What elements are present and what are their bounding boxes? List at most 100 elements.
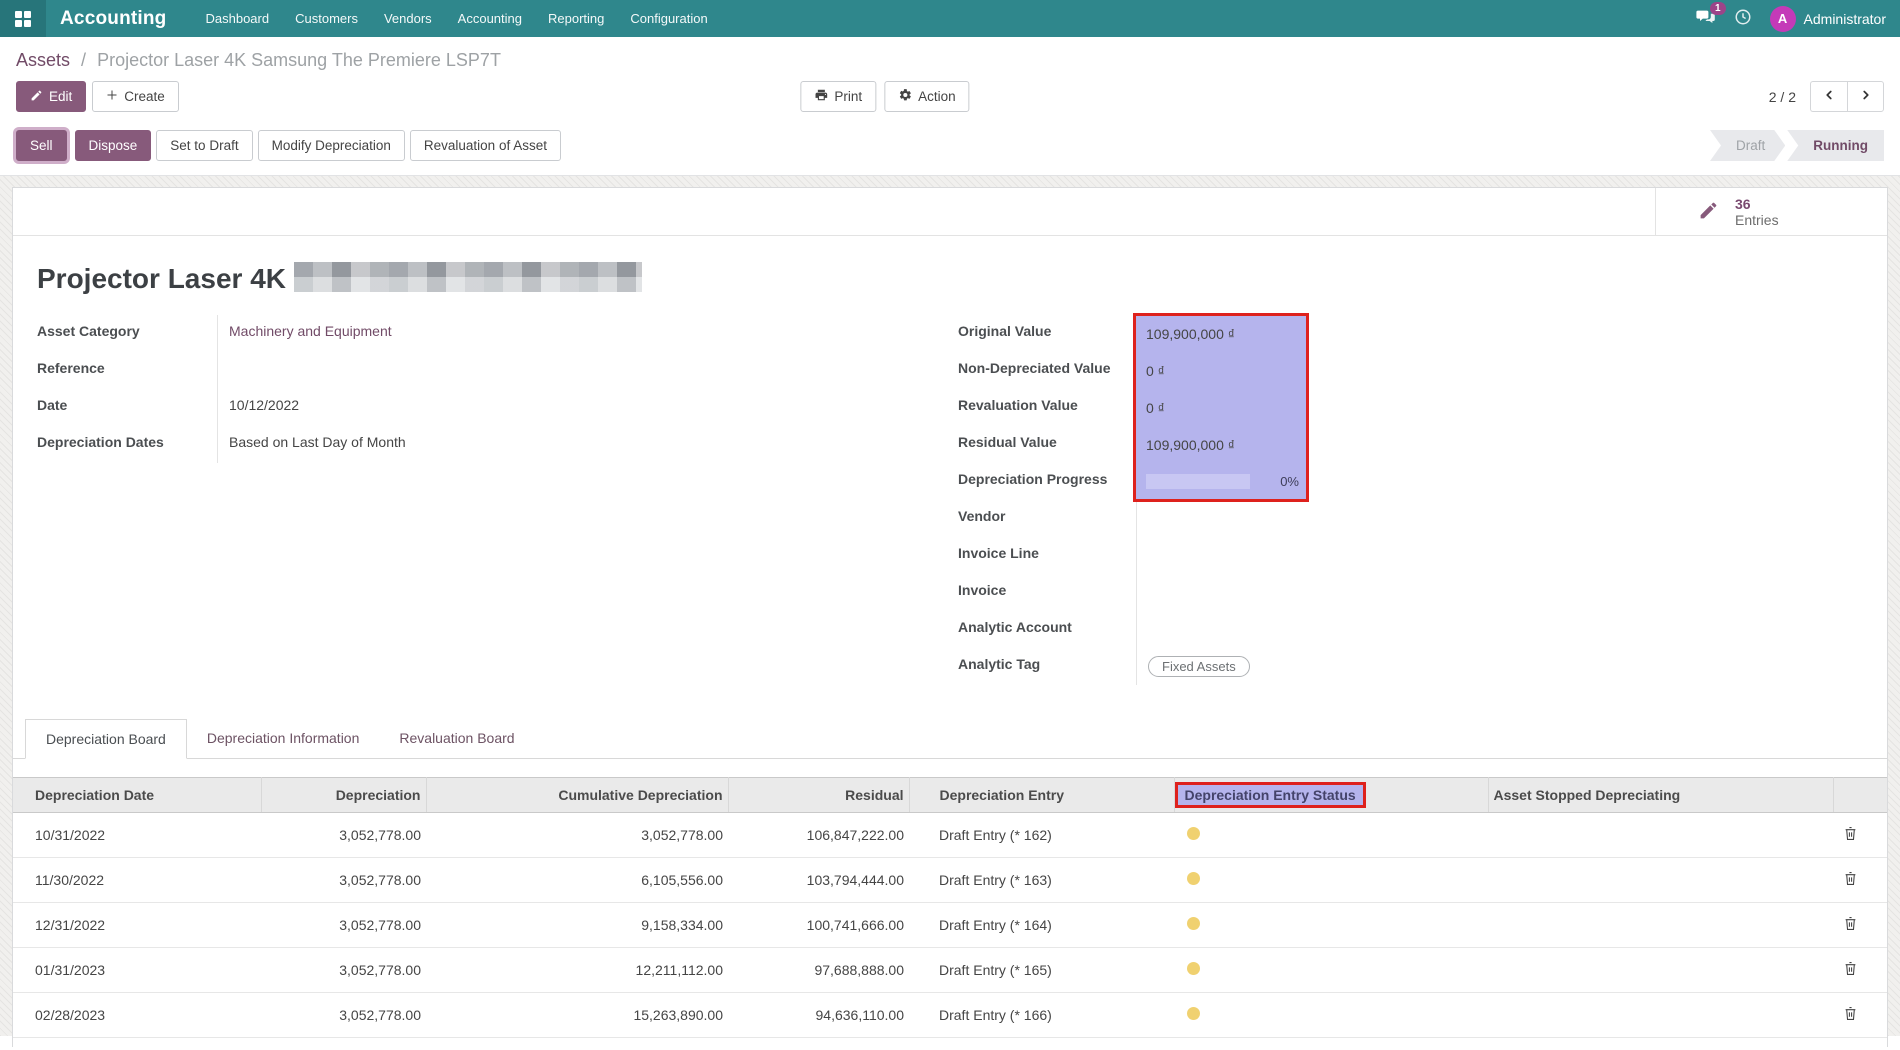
menu-reporting[interactable]: Reporting [535,0,617,37]
trash-icon [1844,919,1857,934]
invoice-line-value [1136,537,1863,574]
invoice-value [1136,574,1863,611]
vendor-value [1136,500,1863,537]
chevron-right-icon [1859,88,1873,105]
user-menu[interactable]: A Administrator [1770,6,1886,32]
table-header-row: Depreciation Date Depreciation Cumulativ… [13,778,1887,813]
status-step-draft[interactable]: Draft [1710,130,1785,161]
entry-status-dot [1187,962,1200,975]
tab-revaluation-board[interactable]: Revaluation Board [379,719,534,758]
notebook-tabs: Depreciation Board Depreciation Informat… [13,719,1887,759]
col-depreciation[interactable]: Depreciation [261,778,426,813]
menu-vendors[interactable]: Vendors [371,0,445,37]
field-revaluation-value: Revaluation Value 0 ₫ [958,389,1863,426]
table-row[interactable]: 12/31/2022 3,052,778.00 9,158,334.00 100… [13,903,1887,948]
trash-icon [1844,874,1857,889]
field-non-depreciated-value: Non-Depreciated Value 0 ₫ [958,352,1863,389]
messages-button[interactable]: 1 [1696,9,1716,28]
table-row[interactable]: 11/30/2022 3,052,778.00 6,105,556.00 103… [13,858,1887,903]
redacted-title-text [294,262,642,292]
delete-row-button[interactable] [1838,826,1857,844]
entries-count: 36 [1735,196,1779,212]
col-actions [1833,778,1887,813]
user-name: Administrator [1804,11,1886,27]
tab-depreciation-information[interactable]: Depreciation Information [187,719,380,758]
printer-icon [814,88,828,105]
depreciation-progress-bar [1146,474,1250,489]
page-title: Projector Laser 4K [13,236,1887,309]
menu-dashboard[interactable]: Dashboard [193,0,283,37]
pager-count: 2 / 2 [1769,89,1796,105]
menu-customers[interactable]: Customers [282,0,371,37]
entries-stat-button[interactable]: 36 Entries [1655,188,1887,235]
activities-button[interactable] [1734,8,1752,29]
clock-icon [1734,8,1752,29]
field-reference: Reference [37,352,942,389]
trash-icon [1844,829,1857,844]
dispose-button[interactable]: Dispose [75,130,152,161]
sell-button[interactable]: Sell [16,130,67,161]
pencil-icon [30,89,43,105]
residual-value: 109,900,000 ₫ [1146,437,1235,453]
print-button[interactable]: Print [800,81,876,112]
col-depreciation-date[interactable]: Depreciation Date [13,778,261,813]
pager-next-button[interactable] [1847,81,1884,112]
col-depreciation-entry-status[interactable]: Depreciation Entry Status [1174,778,1488,813]
set-to-draft-button[interactable]: Set to Draft [156,130,252,161]
app-title: Accounting [46,0,193,37]
asset-category-value[interactable]: Machinery and Equipment [217,315,942,352]
top-navbar: Accounting Dashboard Customers Vendors A… [0,0,1900,37]
action-button[interactable]: Action [884,81,970,112]
status-column-highlight: Depreciation Entry Status [1175,782,1366,808]
table-row[interactable]: 01/31/2023 3,052,778.00 12,211,112.00 97… [13,948,1887,993]
button-box: 36 Entries [13,188,1887,236]
field-analytic-tag: Analytic Tag Fixed Assets [958,648,1863,685]
menu-accounting[interactable]: Accounting [445,0,535,37]
col-residual[interactable]: Residual [728,778,909,813]
table-row[interactable]: 02/28/2023 3,052,778.00 15,263,890.00 94… [13,993,1887,1038]
col-depreciation-entry[interactable]: Depreciation Entry [909,778,1174,813]
analytic-account-value [1136,611,1863,648]
revaluation-of-asset-button[interactable]: Revaluation of Asset [410,130,561,161]
apps-menu-button[interactable] [0,0,46,37]
form-right-column: Original Value 109,900,000 ₫ Non-Depreci… [958,315,1863,685]
delete-row-button[interactable] [1838,871,1857,889]
gear-icon [898,88,912,105]
asset-stopped-cell [1488,813,1833,858]
create-button[interactable]: Create [92,81,179,112]
depreciation-dates-value: Based on Last Day of Month [217,426,942,463]
menu-configuration[interactable]: Configuration [617,0,720,37]
asset-stopped-cell [1488,903,1833,948]
col-asset-stopped-depreciating[interactable]: Asset Stopped Depreciating [1488,778,1833,813]
field-original-value: Original Value 109,900,000 ₫ [958,315,1863,352]
delete-row-button[interactable] [1838,1006,1857,1024]
asset-stopped-cell [1488,948,1833,993]
status-step-running[interactable]: Running [1787,130,1884,161]
asset-stopped-cell [1488,993,1833,1038]
asset-stopped-cell [1488,858,1833,903]
table-row[interactable]: 10/31/2022 3,052,778.00 3,052,778.00 106… [13,813,1887,858]
non-depreciated-value: 0 ₫ [1146,363,1165,379]
chevron-left-icon [1822,88,1836,105]
edit-button[interactable]: Edit [16,81,86,112]
delete-row-button[interactable] [1838,916,1857,934]
modify-depreciation-button[interactable]: Modify Depreciation [258,130,405,161]
revaluation-value: 0 ₫ [1146,400,1165,416]
messages-badge: 1 [1710,2,1726,15]
trash-icon [1844,1009,1857,1024]
entry-status-dot [1187,872,1200,885]
delete-row-button[interactable] [1838,961,1857,979]
analytic-tag-pill[interactable]: Fixed Assets [1148,656,1250,677]
tab-depreciation-board[interactable]: Depreciation Board [25,719,187,759]
col-cumulative-depreciation[interactable]: Cumulative Depreciation [426,778,728,813]
apps-grid-icon [15,11,31,27]
pager-previous-button[interactable] [1810,81,1847,112]
breadcrumb-current: Projector Laser 4K Samsung The Premiere … [97,50,501,70]
breadcrumb: Assets / Projector Laser 4K Samsung The … [0,37,1900,75]
user-avatar: A [1770,6,1796,32]
entry-status-dot [1187,1007,1200,1020]
breadcrumb-assets-link[interactable]: Assets [16,50,70,70]
original-value: 109,900,000 ₫ [1146,326,1235,342]
form-left-column: Asset Category Machinery and Equipment R… [37,315,942,685]
entry-status-dot [1187,917,1200,930]
